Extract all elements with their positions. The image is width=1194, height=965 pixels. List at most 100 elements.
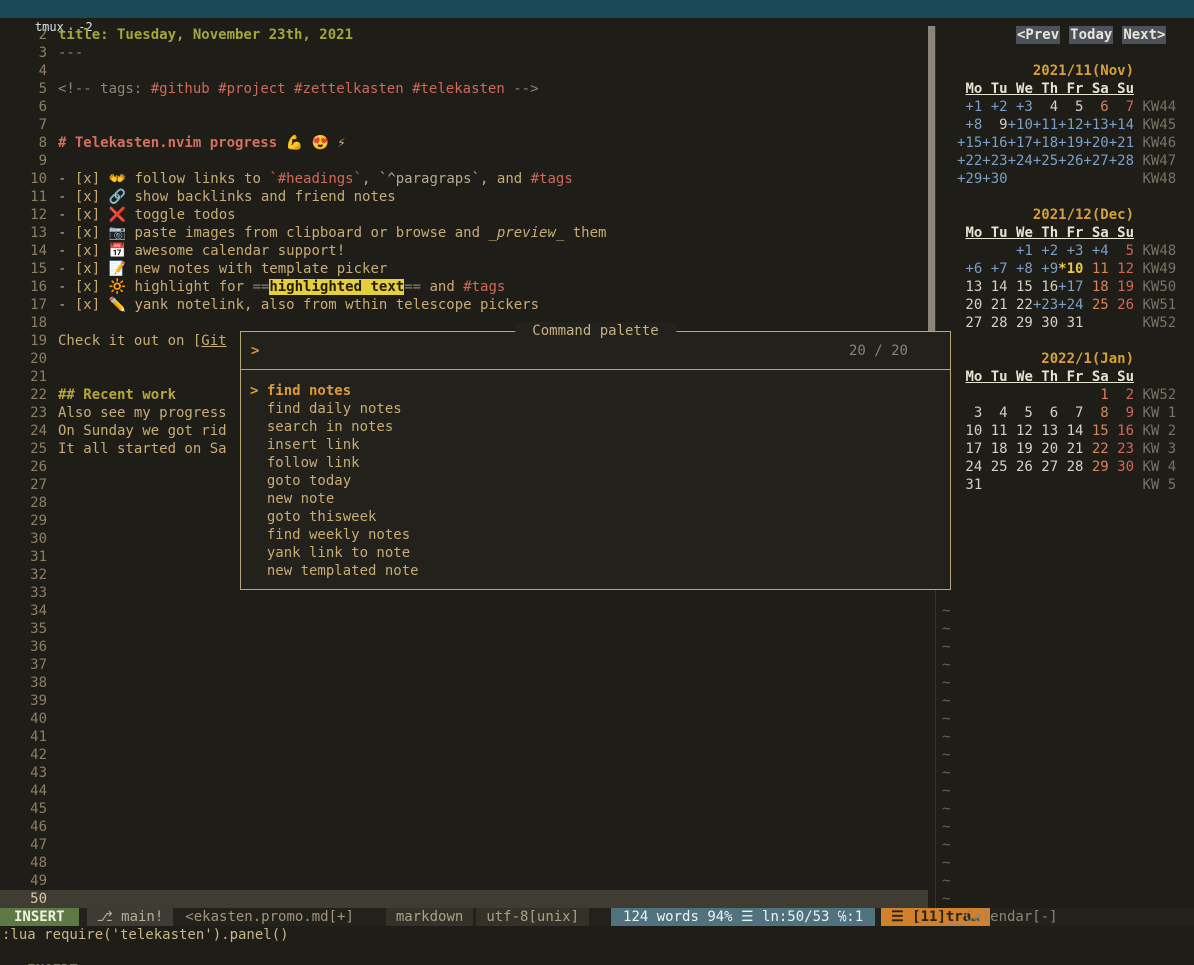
calendar-lnk[interactable]: +23+24 <box>1033 297 1084 313</box>
line-number: 28 <box>0 494 47 512</box>
calendar-sat[interactable]: 6 <box>1083 99 1108 115</box>
text-segment-def: - [x] <box>58 207 109 223</box>
palette-item-goto-thisweek[interactable]: goto thisweek <box>250 508 950 526</box>
line-number: 37 <box>0 656 47 674</box>
calendar-lnk[interactable]: +6 +7 +8 +9 <box>957 261 1058 277</box>
calendar-window[interactable]: <Prev Today Next> 2021/11(Nov) Mo Tu We … <box>940 18 1194 908</box>
palette-item-find-daily-notes[interactable]: find daily notes <box>250 400 950 418</box>
calendar-day[interactable]: 17 18 19 20 21 <box>957 441 1083 457</box>
calendar-next-button[interactable]: Next> <box>1122 26 1166 44</box>
line-number: 36 <box>0 638 47 656</box>
text-segment-gry: == <box>252 279 269 295</box>
palette-item-search-in-notes[interactable]: search in notes <box>250 418 950 436</box>
calendar-sun[interactable]: 5 <box>1109 243 1134 259</box>
text-segment-def: - [x] <box>58 225 109 241</box>
palette-item-goto-today[interactable]: goto today <box>250 472 950 490</box>
palette-item-insert-link[interactable]: insert link <box>250 436 950 454</box>
line-number: 34 <box>0 602 47 620</box>
text-segment-def: Also see my progress <box>58 405 227 421</box>
calendar-lnk[interactable]: +17 <box>1058 279 1083 295</box>
calendar-sun[interactable]: 26 <box>1109 297 1134 313</box>
line-number: 41 <box>0 728 47 746</box>
calendar-day[interactable]: 4 5 <box>1033 99 1084 115</box>
calendar-row: 3 4 5 6 7 8 9 KW 1 <box>940 404 1194 422</box>
calendar-today[interactable]: *10 <box>1058 261 1083 277</box>
calendar-sat[interactable]: 8 <box>1083 405 1108 421</box>
calendar-sun[interactable]: 2 <box>1109 387 1134 403</box>
command-line[interactable]: :lua require('telekasten').panel() <box>2 926 289 944</box>
calendar-day[interactable]: 20 21 22 <box>957 297 1033 313</box>
palette-item-new-note[interactable]: new note <box>250 490 950 508</box>
palette-item-follow-link[interactable]: follow link <box>250 454 950 472</box>
palette-item-find-weekly-notes[interactable]: find weekly notes <box>250 526 950 544</box>
calendar-prev-button[interactable]: <Prev <box>1016 26 1060 44</box>
line-number: 10 <box>0 170 47 188</box>
calendar-sat[interactable]: 29 <box>1083 459 1108 475</box>
calendar-day[interactable]: 31 <box>957 477 1134 493</box>
calendar-day[interactable] <box>957 243 1008 259</box>
calendar-sun[interactable]: 30 <box>1109 459 1134 475</box>
calendar-sun[interactable]: 23 <box>1109 441 1134 457</box>
calendar-day[interactable]: 13 14 15 16 <box>957 279 1058 295</box>
text-segment-def: highlight for <box>126 279 252 295</box>
calendar-sat[interactable]: 18 <box>1083 279 1108 295</box>
statusline-editor: INSERT⎇ main!<ekasten.promo.md[+]markdow… <box>0 908 936 926</box>
calendar-lnk[interactable]: +29+30 <box>957 171 1008 187</box>
text-segment-emo: 🔗 <box>109 189 126 205</box>
calendar-sun[interactable]: 7 <box>1109 99 1134 115</box>
calendar-sat[interactable]: 11 <box>1083 261 1108 277</box>
calendar-today-button[interactable]: Today <box>1069 26 1113 44</box>
calendar-day[interactable]: 27 28 29 30 31 <box>957 315 1134 331</box>
calendar-day[interactable]: 3 4 5 6 7 <box>957 405 1083 421</box>
calendar-sat[interactable]: 22 <box>1083 441 1108 457</box>
calendar-day[interactable]: 10 11 12 13 14 <box>957 423 1083 439</box>
calendar-sun[interactable]: 16 <box>1109 423 1134 439</box>
mode-line: -- INSERT -- 1,3 All <box>0 944 1194 962</box>
empty-buffer-tilde: ~ <box>940 620 1194 638</box>
empty-buffer-tilde: ~ <box>940 764 1194 782</box>
calendar-lnk[interactable]: +15+16+17+18+19+20+21 <box>957 135 1134 151</box>
text-segment-yel: ## Recent work <box>58 387 176 403</box>
editor-line: 41 <box>0 728 928 746</box>
line-number: 14 <box>0 242 47 260</box>
calendar-kw: KW51 <box>1134 297 1176 313</box>
line-number: 17 <box>0 296 47 314</box>
text-segment-lnku[interactable]: Git <box>201 333 226 349</box>
calendar-sat[interactable]: 15 <box>1083 423 1108 439</box>
calendar-lnk[interactable]: +8 <box>957 117 982 133</box>
calendar-day[interactable]: 24 25 26 27 28 <box>957 459 1083 475</box>
text-segment-def: new notes with template picker <box>126 261 387 277</box>
calendar-blank-row <box>940 548 1194 566</box>
editor-line: 44 <box>0 782 928 800</box>
empty-buffer-tilde: ~ <box>940 818 1194 836</box>
calendar-day[interactable] <box>1008 171 1134 187</box>
calendar-row: Mo Tu We Th Fr Sa Su <box>940 368 1194 386</box>
palette-item-find-notes[interactable]: > find notes <box>250 382 950 400</box>
palette-item-yank-link-to-note[interactable]: yank link to note <box>250 544 950 562</box>
calendar-day[interactable]: 9 <box>982 117 1007 133</box>
line-number: 5 <box>0 80 47 98</box>
text-segment-def: and <box>421 279 463 295</box>
calendar-sat[interactable]: 25 <box>1083 297 1108 313</box>
calendar-row: 13 14 15 16+17 18 19 KW50 <box>940 278 1194 296</box>
calendar-lnk[interactable]: +1 +2 +3 <box>957 99 1033 115</box>
calendar-blank-row <box>940 566 1194 584</box>
statusline-file: <ekasten.promo.md[+] <box>177 908 362 926</box>
calendar-lnk[interactable]: +10+11+12+13+14 <box>1008 117 1134 133</box>
calendar-sun[interactable]: 9 <box>1109 405 1134 421</box>
calendar-sat[interactable]: 1 <box>1083 387 1108 403</box>
command-palette-title: Command palette <box>515 322 676 340</box>
calendar-lnk[interactable]: +22+23+24+25+26+27+28 <box>957 153 1134 169</box>
calendar-lnk[interactable]: +1 +2 +3 +4 <box>1008 243 1109 259</box>
line-number: 47 <box>0 836 47 854</box>
text-segment-emo: 📝 <box>109 261 126 277</box>
calendar-nav: <Prev Today Next> <box>940 26 1194 44</box>
calendar-blank-row <box>940 44 1194 62</box>
palette-item-new-templated-note[interactable]: new templated note <box>250 562 950 580</box>
calendar-blank-row <box>940 530 1194 548</box>
text-segment-def: It all started on Sa <box>58 441 227 457</box>
calendar-day[interactable] <box>957 387 1083 403</box>
tmux-title-bar: tmux -2 <box>0 0 1194 18</box>
calendar-sun[interactable]: 19 <box>1109 279 1134 295</box>
calendar-sun[interactable]: 12 <box>1109 261 1134 277</box>
